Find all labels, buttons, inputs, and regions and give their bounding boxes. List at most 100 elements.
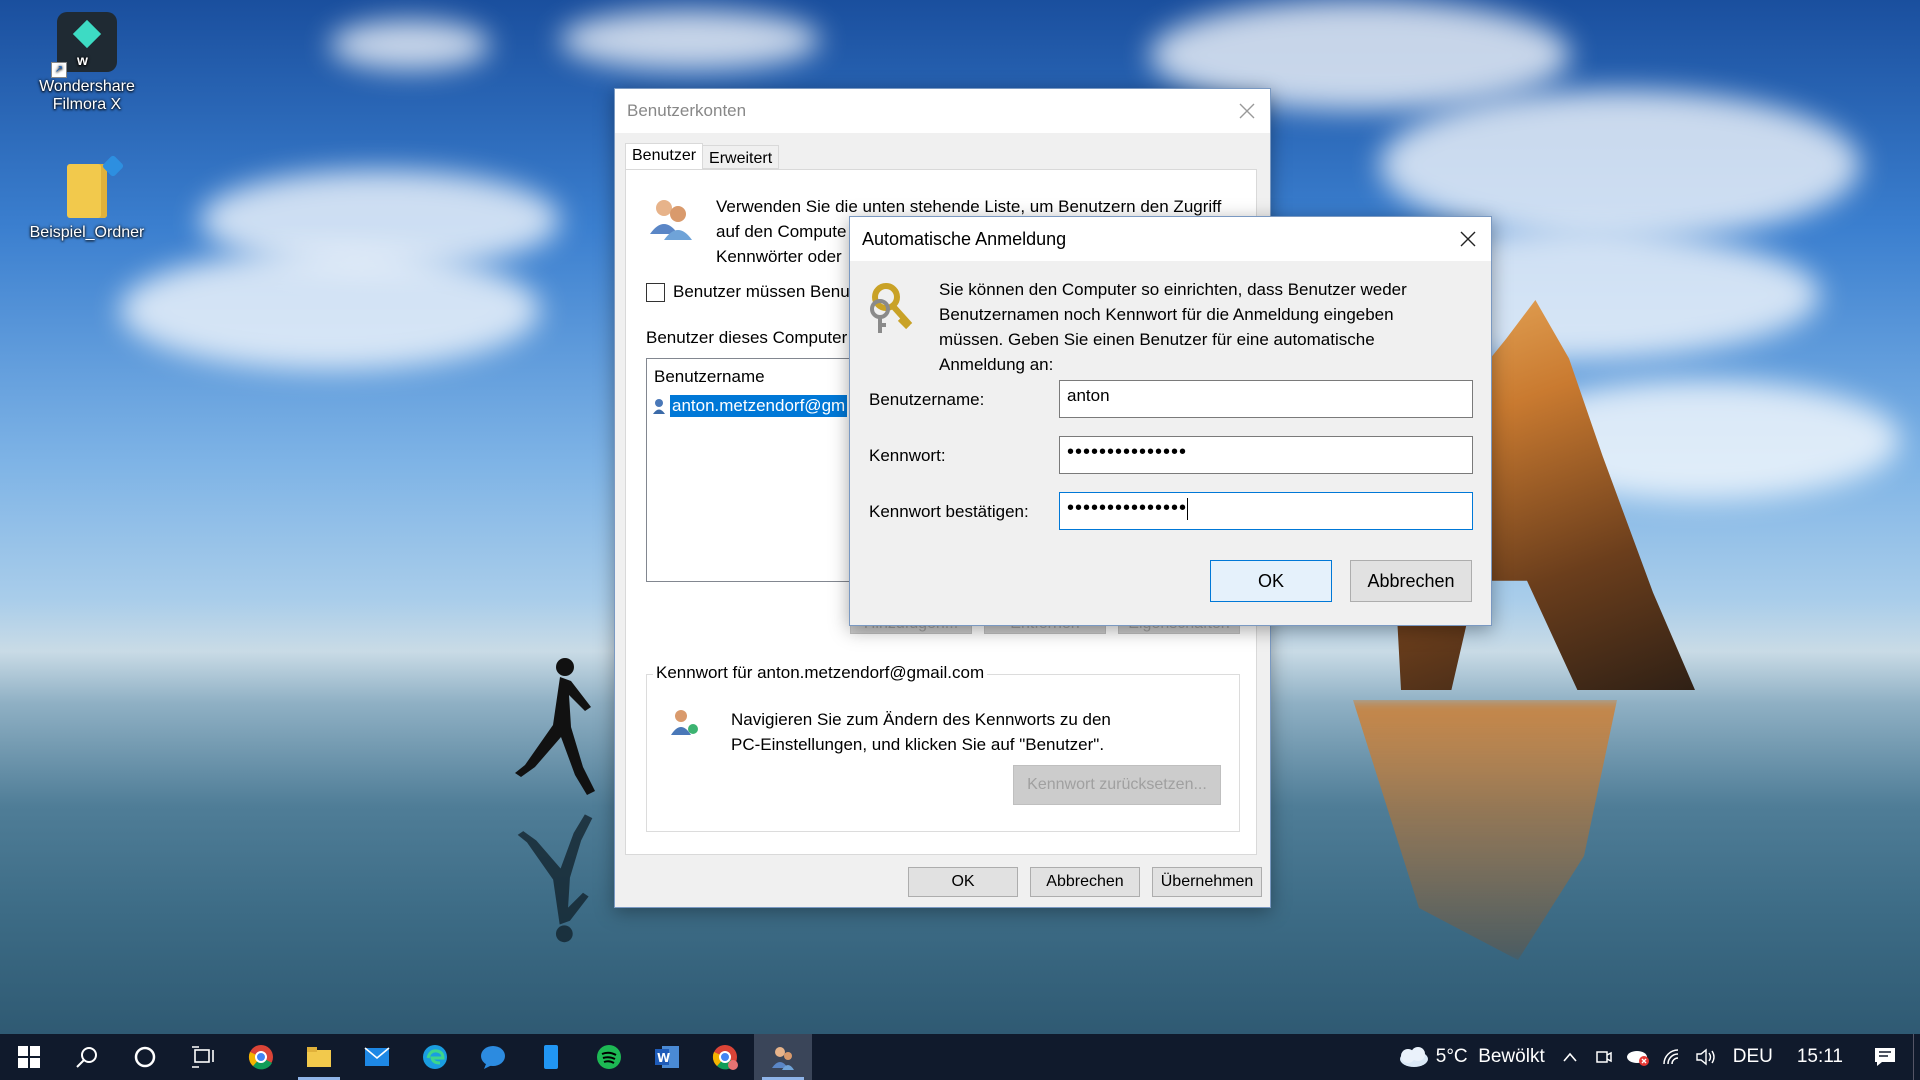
taskbar-word[interactable]: W xyxy=(638,1034,696,1080)
text-cursor xyxy=(1187,497,1189,520)
password-input[interactable]: ••••••••••••••• xyxy=(1059,436,1473,474)
onedrive-error-icon xyxy=(1626,1051,1649,1066)
cortana-button[interactable] xyxy=(116,1034,174,1080)
taskbar-spotify[interactable] xyxy=(580,1034,638,1080)
camera-icon xyxy=(1595,1051,1612,1063)
desktop-icon-folder[interactable]: Beispiel_Ordner xyxy=(12,154,162,242)
title-bar: Automatische Anmeldung xyxy=(850,217,1491,261)
show-desktop-button[interactable] xyxy=(1913,1034,1920,1080)
close-icon xyxy=(1239,103,1255,119)
dialog-title: Automatische Anmeldung xyxy=(862,228,1067,249)
description-line: müssen. Geben Sie einen Benutzer für ein… xyxy=(939,330,1375,349)
task-view-button[interactable] xyxy=(174,1034,232,1080)
taskbar-mail[interactable] xyxy=(348,1034,406,1080)
taskbar-chat[interactable] xyxy=(464,1034,522,1080)
username-label: Benutzername: xyxy=(869,390,985,409)
close-button[interactable] xyxy=(1445,217,1491,261)
mail-icon xyxy=(364,1047,390,1066)
cloud-icon xyxy=(1399,1047,1428,1067)
svg-text:W: W xyxy=(657,1051,670,1065)
desktop-icon-label: Beispiel_Ordner xyxy=(29,224,145,241)
cancel-button[interactable]: Abbrechen xyxy=(1350,560,1472,602)
ok-button[interactable]: OK xyxy=(1210,560,1332,602)
start-button[interactable] xyxy=(0,1034,58,1080)
edge-icon xyxy=(423,1045,447,1069)
list-header-username[interactable]: Benutzername xyxy=(654,367,765,387)
reset-password-button[interactable]: Kennwort zurücksetzen... xyxy=(1013,765,1221,805)
rock-reflection xyxy=(1353,700,1617,960)
runner-silhouette xyxy=(515,658,595,795)
help-line: Navigieren Sie zum Ändern des Kennworts … xyxy=(731,710,1111,729)
help-line: PC-Einstellungen, und klicken Sie auf "B… xyxy=(731,735,1105,754)
user-accounts-icon xyxy=(772,1047,794,1070)
username-input[interactable]: anton xyxy=(1059,380,1473,418)
folder-icon xyxy=(63,154,125,218)
word-icon: W xyxy=(655,1046,679,1068)
users-section-label: Benutzer dieses Computer xyxy=(646,328,848,347)
weather-text: 5°C Bewölkt xyxy=(1435,1046,1545,1067)
input-language[interactable]: DEU xyxy=(1723,1046,1783,1068)
runner-reflection xyxy=(517,814,593,943)
task-view-icon xyxy=(192,1046,214,1068)
cloud xyxy=(330,20,490,70)
password-group: Kennwort für anton.metzendorf@gmail.com … xyxy=(646,663,1240,832)
notification-center-button[interactable] xyxy=(1857,1034,1913,1080)
confirm-password-label: Kennwort bestätigen: xyxy=(869,502,1029,521)
description-text: Sie können den Computer so einrichten, d… xyxy=(939,277,1407,377)
must-enter-password-checkbox-row[interactable]: Benutzer müssen Benu xyxy=(646,282,850,302)
weather-widget[interactable]: 5°C Bewölkt xyxy=(1388,1034,1553,1080)
cancel-button[interactable]: Abbrechen xyxy=(1030,867,1140,897)
taskbar-chrome-profile[interactable] xyxy=(696,1034,754,1080)
description-line: Sie können den Computer so einrichten, d… xyxy=(939,280,1407,299)
close-button[interactable] xyxy=(1224,89,1270,133)
taskbar-explorer[interactable] xyxy=(290,1034,348,1080)
cloud xyxy=(120,250,540,370)
auto-login-dialog: Automatische Anmeldung Sie können den Co… xyxy=(849,216,1492,626)
phone-icon xyxy=(544,1045,558,1069)
tray-network[interactable] xyxy=(1655,1034,1689,1080)
chrome-profile-icon xyxy=(712,1045,738,1070)
search-icon xyxy=(76,1047,97,1068)
filmora-icon: w ↗ xyxy=(51,12,117,78)
clock[interactable]: 15:11 xyxy=(1783,1046,1857,1068)
dialog-title: Benutzerkonten xyxy=(627,101,747,120)
show-hidden-icons-button[interactable] xyxy=(1553,1034,1587,1080)
close-icon xyxy=(1460,231,1476,247)
cloud xyxy=(560,10,820,70)
chrome-icon xyxy=(248,1045,273,1070)
file-explorer-icon xyxy=(307,1047,331,1067)
tray-volume[interactable] xyxy=(1689,1034,1723,1080)
password-help-text: Navigieren Sie zum Ändern des Kennworts … xyxy=(731,707,1111,757)
taskbar: W 5°C Bewölkt DEU 15:11 xyxy=(0,1034,1920,1080)
desktop-icon-label: Wondershare Filmora X xyxy=(39,78,135,113)
ok-button[interactable]: OK xyxy=(908,867,1018,897)
list-item[interactable]: anton.metzendorf@gm xyxy=(652,395,848,417)
windows-icon xyxy=(18,1046,40,1068)
taskbar-phone-app[interactable] xyxy=(522,1034,580,1080)
taskbar-user-accounts[interactable] xyxy=(754,1034,812,1080)
wifi-icon xyxy=(1662,1049,1678,1065)
users-icon xyxy=(650,200,692,240)
checkbox-label: Benutzer müssen Benu xyxy=(673,282,850,301)
chat-icon xyxy=(481,1046,505,1069)
taskbar-edge[interactable] xyxy=(406,1034,464,1080)
confirm-password-input[interactable]: ••••••••••••••• xyxy=(1059,492,1473,530)
password-group-title: Kennwort für anton.metzendorf@gmail.com xyxy=(653,663,988,683)
speaker-icon xyxy=(1696,1048,1715,1066)
title-bar: Benutzerkonten xyxy=(615,89,1270,133)
checkbox[interactable] xyxy=(646,282,665,302)
tab-benutzer[interactable]: Benutzer xyxy=(625,143,704,169)
cortana-icon xyxy=(134,1046,156,1068)
chevron-up-icon xyxy=(1563,1052,1577,1062)
search-button[interactable] xyxy=(58,1034,116,1080)
apply-button[interactable]: Übernehmen xyxy=(1152,867,1262,897)
tray-onedrive[interactable] xyxy=(1621,1034,1655,1080)
confirm-password-value: ••••••••••••••• xyxy=(1067,497,1188,519)
tab-erweitert[interactable]: Erweitert xyxy=(703,145,780,169)
description-line: Anmeldung an: xyxy=(939,355,1054,374)
tray-meet-now[interactable] xyxy=(1587,1034,1621,1080)
taskbar-chrome[interactable] xyxy=(232,1034,290,1080)
desktop-icon-filmora[interactable]: w ↗ Wondershare Filmora X xyxy=(12,12,162,114)
spotify-icon xyxy=(597,1045,621,1069)
password-label: Kennwort: xyxy=(869,446,946,465)
